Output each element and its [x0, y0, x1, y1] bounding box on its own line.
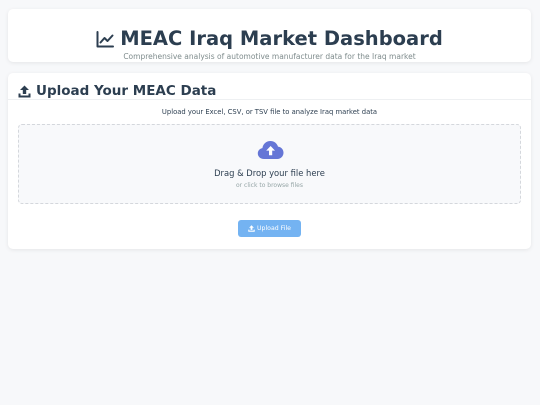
upload-icon: [248, 225, 255, 232]
chart-line-icon: [96, 30, 115, 47]
page-title-text: MEAC Iraq Market Dashboard: [120, 27, 443, 50]
upload-card-header: Upload Your MEAC Data: [8, 73, 531, 100]
upload-file-button-label: Upload File: [256, 225, 291, 232]
dropzone-main-text: Drag & Drop your file here: [214, 168, 325, 178]
header-card: MEAC Iraq Market Dashboard Comprehensive…: [8, 9, 531, 62]
upload-file-button[interactable]: Upload File: [238, 220, 301, 237]
file-dropzone[interactable]: Drag & Drop your file here or click to b…: [18, 124, 521, 204]
upload-icon: [18, 85, 31, 97]
page-subtitle: Comprehensive analysis of automotive man…: [123, 52, 416, 61]
dropzone-browse-text[interactable]: or click to browse files: [19, 182, 520, 190]
upload-section-title-text: Upload Your MEAC Data: [36, 83, 217, 99]
upload-description: Upload your Excel, CSV, or TSV file to a…: [161, 108, 378, 116]
upload-section-title: Upload Your MEAC Data: [18, 83, 216, 99]
cloud-upload-icon: [257, 141, 284, 159]
page-title: MEAC Iraq Market Dashboard: [8, 28, 531, 50]
upload-card: Upload Your MEAC Data Upload your Excel,…: [8, 73, 531, 249]
